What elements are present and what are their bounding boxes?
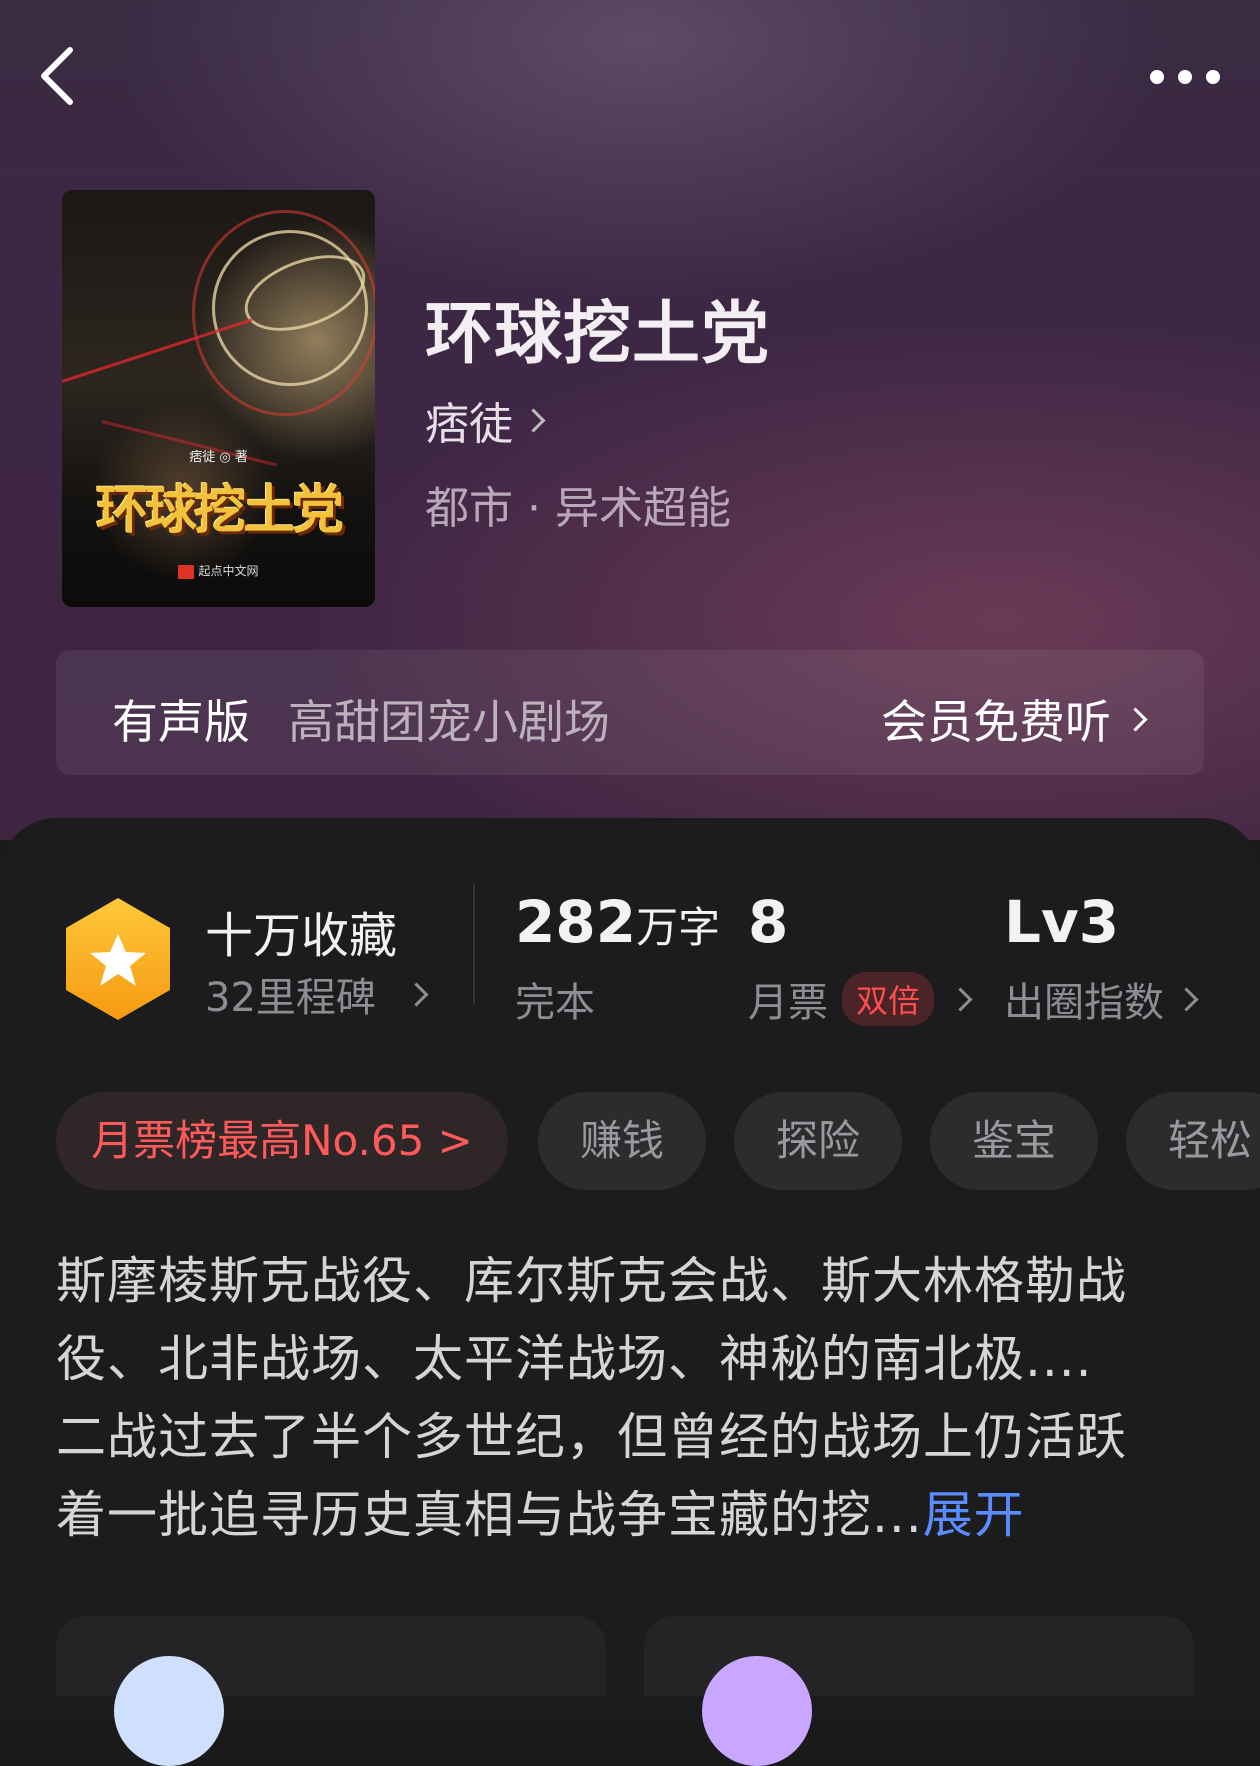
chevron-right-icon	[404, 981, 429, 1007]
avatar	[702, 1656, 812, 1766]
audio-listen-button[interactable]: 会员免费听	[881, 686, 1148, 752]
publisher-logo-icon	[178, 564, 195, 579]
stat-divider	[473, 884, 475, 1004]
avatar	[114, 1656, 224, 1766]
author-name: 痞徒	[425, 399, 513, 450]
more-dots-icon	[1150, 70, 1164, 84]
cover-author-text: 痞徒 ◎ 著	[189, 450, 248, 465]
book-genre[interactable]: 都市 · 异术超能	[425, 472, 731, 536]
tag-item[interactable]: 鉴宝	[930, 1092, 1098, 1190]
chevron-right-icon	[521, 407, 546, 433]
tag-item[interactable]: 探险	[734, 1092, 902, 1190]
audio-description: 高甜团宠小剧场	[288, 695, 610, 749]
audio-label: 有声版	[112, 695, 250, 749]
top-bar	[0, 0, 1260, 160]
chevron-right-icon	[948, 986, 973, 1012]
cover-title-text: 环球挖土党	[95, 480, 344, 541]
star-hexagon-icon	[66, 898, 170, 1020]
book-cover[interactable]: 痞徒 ◎ 著 环球挖土党 起点中文网	[62, 190, 375, 607]
tag-list: 月票榜最高No.65 > 赚钱 探险 鉴宝 轻松	[56, 1092, 1260, 1190]
monthly-ticket-link[interactable]: 月票 双倍	[748, 970, 973, 1028]
monthly-ticket-count: 8	[748, 888, 789, 956]
bottom-card[interactable]	[644, 1616, 1194, 1766]
back-arrow-icon	[41, 47, 73, 105]
tag-item[interactable]: 轻松	[1126, 1092, 1260, 1190]
tag-item[interactable]: 赚钱	[538, 1092, 706, 1190]
back-button[interactable]	[34, 42, 104, 112]
author-link[interactable]: 痞徒	[425, 388, 546, 452]
book-title: 环球挖土党	[425, 294, 771, 374]
milestone-link[interactable]: 32里程碑	[205, 965, 429, 1023]
expand-link[interactable]: 展开	[923, 1486, 1025, 1544]
book-description[interactable]: 斯摩棱斯克战役、库尔斯克会战、斯大林格勒战 役、北非战场、太平洋战场、神秘的南北…	[56, 1242, 1206, 1554]
chevron-right-icon	[1123, 706, 1148, 732]
word-count: 282万字	[515, 888, 721, 956]
audio-version-bar[interactable]: 有声版 高甜团宠小剧场 会员免费听	[56, 650, 1204, 775]
double-badge: 双倍	[842, 972, 935, 1026]
bottom-card[interactable]	[56, 1616, 606, 1766]
chevron-right-icon	[1174, 986, 1199, 1012]
influence-level: Lv3	[1004, 888, 1120, 956]
influence-link[interactable]: 出圈指数	[1004, 970, 1199, 1028]
more-button[interactable]	[1140, 52, 1230, 102]
cover-publisher: 起点中文网	[62, 562, 375, 579]
completion-status: 完本	[515, 980, 595, 1026]
collection-tier: 十万收藏	[205, 908, 398, 964]
tag-rank[interactable]: 月票榜最高No.65 >	[56, 1092, 508, 1190]
